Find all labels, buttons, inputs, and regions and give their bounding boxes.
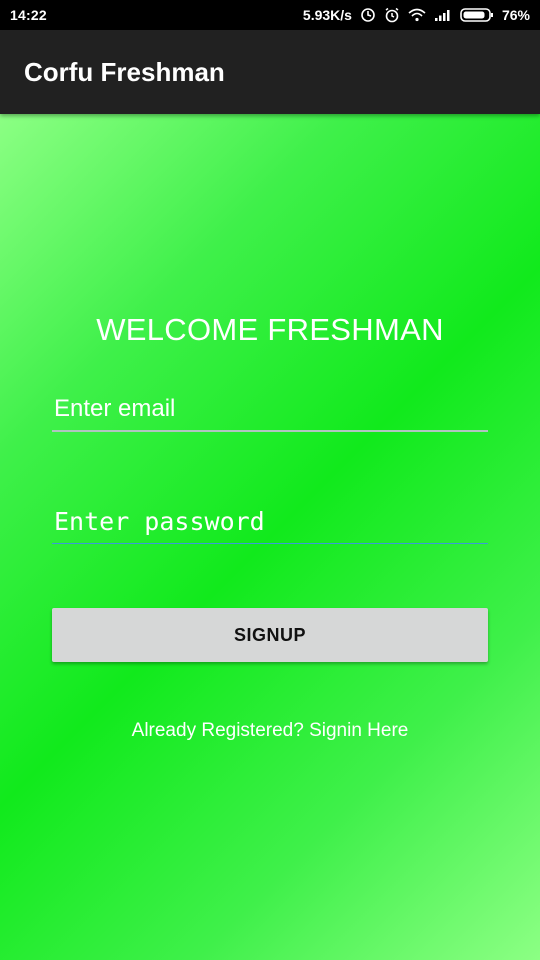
alarm-icon <box>384 7 400 23</box>
wifi-icon <box>408 8 426 22</box>
status-bar: 14:22 5.93K/s 76% <box>0 0 540 30</box>
signin-link[interactable]: Already Registered? Signin Here <box>0 720 540 742</box>
signup-button[interactable]: SIGNUP <box>52 608 488 662</box>
status-time: 14:22 <box>10 7 47 23</box>
network-speed: 5.93K/s <box>302 7 352 23</box>
app-bar: Corfu Freshman <box>0 30 540 114</box>
sync-icon <box>360 7 376 23</box>
signal-icon <box>434 8 452 22</box>
battery-icon <box>460 7 494 23</box>
welcome-heading: WELCOME FRESHMAN <box>96 312 444 347</box>
password-field[interactable] <box>52 500 488 544</box>
email-field[interactable] <box>52 388 488 432</box>
signup-screen: WELCOME FRESHMAN SIGNUP Already Register… <box>0 114 540 960</box>
status-icons: 5.93K/s 76% <box>303 7 530 23</box>
battery-percent: 76% <box>501 7 530 23</box>
app-title: Corfu Freshman <box>24 56 225 87</box>
